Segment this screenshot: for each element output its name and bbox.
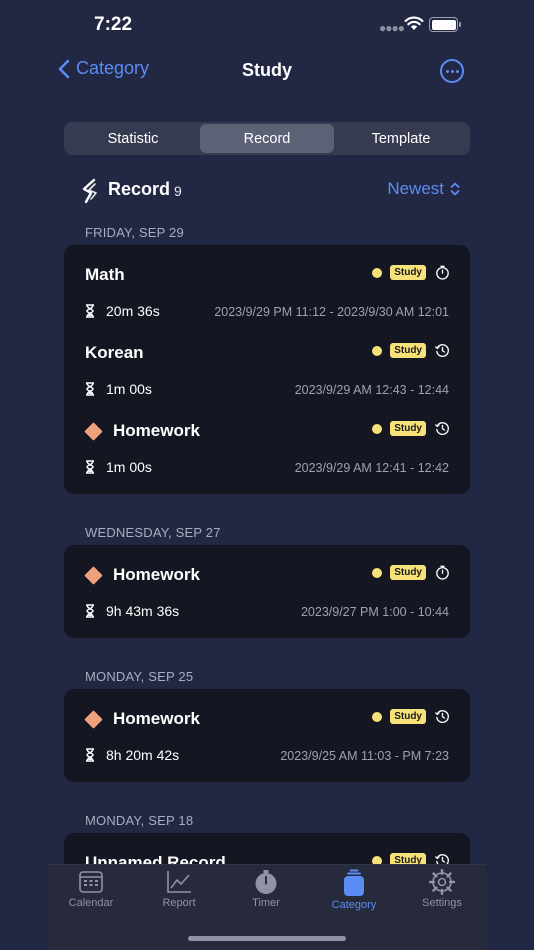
- diamond-icon: [84, 565, 103, 585]
- record-item[interactable]: Homework Study 8h 20m 42s 2023/9/25 AM 1…: [64, 700, 470, 774]
- record-duration: 1m 00s: [85, 381, 152, 397]
- history-icon[interactable]: [435, 343, 450, 358]
- calendar-icon: [79, 871, 103, 893]
- category-badge: Study: [390, 709, 426, 724]
- record-name: Homework: [84, 709, 200, 729]
- tab-template[interactable]: Template: [334, 124, 468, 153]
- record-duration: 1m 00s: [85, 459, 152, 475]
- record-count: 9: [174, 183, 182, 199]
- segmented-control: Statistic Record Template: [64, 122, 470, 155]
- record-duration: 8h 20m 42s: [85, 747, 179, 763]
- stopwatch-icon[interactable]: [435, 265, 450, 280]
- record-duration: 9h 43m 36s: [85, 603, 179, 619]
- record-item[interactable]: Homework Study 9h 43m 36s 2023/9/27 PM 1…: [64, 556, 470, 630]
- record-name: Homework: [84, 565, 200, 585]
- hourglass-icon: [86, 304, 94, 318]
- gear-icon: [429, 869, 455, 895]
- record-range: 2023/9/25 AM 11:03 - PM 7:23: [280, 749, 449, 763]
- category-badge: Study: [390, 343, 426, 358]
- record-name: Homework: [84, 421, 200, 441]
- color-dot: [372, 567, 383, 578]
- hourglass-icon: [86, 604, 94, 618]
- color-dot: [372, 345, 383, 356]
- more-options-icon[interactable]: [440, 59, 464, 83]
- color-dot: [372, 267, 383, 278]
- record-item[interactable]: Korean Study 1m 00s 2023/9/29 AM 12:43 -…: [64, 334, 470, 408]
- hourglass-icon: [86, 382, 94, 396]
- tab-category[interactable]: Category: [314, 869, 394, 911]
- tab-report[interactable]: Report: [139, 869, 219, 909]
- history-icon[interactable]: [435, 709, 450, 724]
- stopwatch-icon[interactable]: [435, 565, 450, 580]
- record-item[interactable]: Homework Study 1m 00s 2023/9/29 AM 12:41…: [64, 412, 470, 486]
- color-dot: [372, 711, 383, 722]
- signal-icon: ●●●●: [379, 21, 405, 35]
- record-icon: [82, 178, 97, 204]
- record-range: 2023/9/29 AM 12:43 - 12:44: [294, 383, 449, 397]
- date-header: WEDNESDAY, SEP 27: [85, 525, 221, 540]
- record-item[interactable]: Math Study 20m 36s 2023/9/29 PM 11:12 - …: [64, 256, 470, 330]
- nav-bar: Category Study: [0, 50, 534, 94]
- record-range: 2023/9/27 PM 1:00 - 10:44: [300, 605, 449, 619]
- status-time: 7:22: [94, 14, 133, 35]
- wifi-icon: [404, 16, 424, 30]
- record-card: Homework Study 9h 43m 36s 2023/9/27 PM 1…: [64, 545, 470, 638]
- chart-icon: [167, 871, 191, 893]
- color-dot: [372, 423, 383, 434]
- battery-icon: [429, 17, 461, 32]
- tab-statistic[interactable]: Statistic: [66, 124, 200, 153]
- tab-settings[interactable]: Settings: [402, 869, 482, 909]
- category-icon: [344, 869, 364, 896]
- timer-icon: [255, 870, 277, 894]
- record-label: Record: [108, 179, 171, 199]
- record-card: Homework Study 8h 20m 42s 2023/9/25 AM 1…: [64, 689, 470, 782]
- date-header: MONDAY, SEP 18: [85, 813, 194, 828]
- diamond-icon: [84, 709, 103, 729]
- date-header: MONDAY, SEP 25: [85, 669, 194, 684]
- diamond-icon: [84, 421, 103, 441]
- hourglass-icon: [86, 460, 94, 474]
- date-header: FRIDAY, SEP 29: [85, 225, 184, 240]
- status-bar: 7:22 ●●●●: [0, 0, 534, 50]
- chevron-updown-icon: [450, 182, 460, 196]
- record-name: Korean: [85, 343, 144, 362]
- tab-record[interactable]: Record: [200, 124, 334, 153]
- hourglass-icon: [86, 748, 94, 762]
- record-range: 2023/9/29 AM 12:41 - 12:42: [294, 461, 449, 475]
- record-name: Math: [85, 265, 125, 284]
- category-badge: Study: [390, 565, 426, 580]
- sort-button[interactable]: Newest: [387, 179, 460, 199]
- record-card: Math Study 20m 36s 2023/9/29 PM 11:12 - …: [64, 245, 470, 494]
- category-badge: Study: [390, 265, 426, 280]
- sort-label: Newest: [387, 179, 444, 198]
- record-range: 2023/9/29 PM 11:12 - 2023/9/30 AM 12:01: [214, 305, 449, 319]
- category-badge: Study: [390, 421, 426, 436]
- record-header: Record 9 Newest: [80, 176, 460, 204]
- home-indicator: [188, 936, 346, 941]
- history-icon[interactable]: [435, 421, 450, 436]
- tab-timer[interactable]: Timer: [226, 869, 306, 909]
- record-duration: 20m 36s: [85, 303, 160, 319]
- tab-calendar[interactable]: Calendar: [51, 869, 131, 909]
